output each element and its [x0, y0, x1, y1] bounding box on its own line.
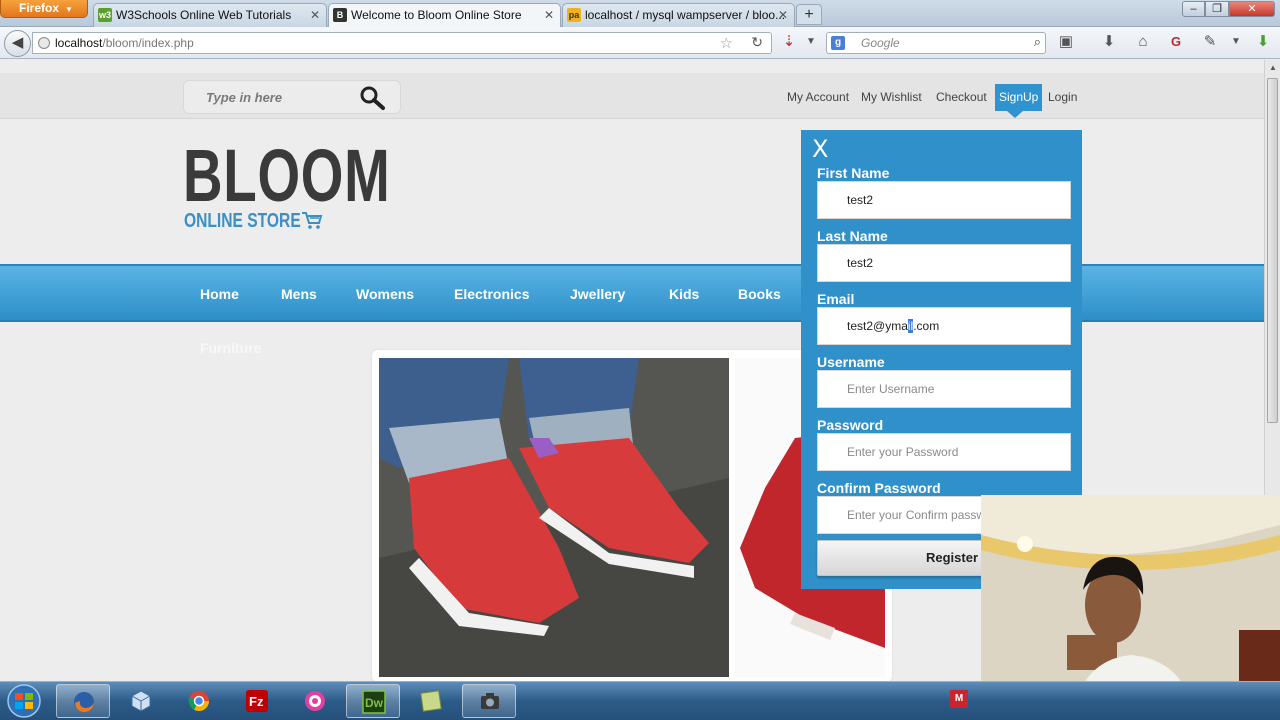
last-name-label: Last Name	[817, 228, 888, 244]
nav-home[interactable]: Home	[200, 285, 239, 303]
notes-icon	[420, 690, 442, 712]
tab-close-icon[interactable]: ✕	[310, 4, 320, 26]
nav-books[interactable]: Books	[738, 285, 781, 303]
filezilla-label: Fz	[249, 694, 264, 709]
tab-title: localhost / mysql wampserver / bloo...	[585, 8, 786, 22]
email-value-end: .com	[913, 319, 940, 333]
bookmark-star-icon[interactable]: ☆	[720, 34, 733, 52]
site-logo[interactable]: BLOOM ONLINE STORE	[183, 134, 391, 236]
email-field[interactable]: test2@ymail.com	[817, 307, 1071, 345]
password-field[interactable]: Enter your Password	[817, 433, 1071, 471]
scrollbar-thumb[interactable]	[1267, 78, 1278, 423]
nav-jwellery[interactable]: Jwellery	[570, 285, 625, 303]
camera-icon	[481, 693, 499, 709]
taskbar-firefox[interactable]	[56, 684, 110, 718]
virtualbox-icon	[131, 690, 151, 712]
chevron-down-icon: ▼	[65, 5, 73, 14]
reload-icon[interactable]: ↻	[751, 34, 763, 51]
last-name-field[interactable]: test2	[817, 244, 1071, 282]
download-block-icon[interactable]: ⇣	[779, 33, 799, 51]
url-path: /bloom/index.php	[102, 36, 194, 50]
firefox-menu-label: Firefox	[19, 1, 60, 15]
w3schools-icon: w3	[98, 8, 112, 22]
wamp-icon	[305, 691, 325, 711]
window-minimize-button[interactable]: ‒	[1182, 1, 1205, 17]
top-link-my-wishlist[interactable]: My Wishlist	[857, 84, 926, 111]
window-restore-button[interactable]: ❐	[1205, 1, 1229, 17]
search-icon[interactable]: ⌕	[1034, 34, 1041, 50]
google-icon: g	[831, 36, 845, 50]
dreamweaver-label: Dw	[365, 696, 384, 710]
password-label: Password	[817, 417, 884, 433]
nav-mens[interactable]: Mens	[281, 285, 317, 303]
back-arrow-icon[interactable]: ◀	[4, 30, 31, 57]
globe-icon	[38, 37, 50, 49]
firefox-icon	[74, 692, 94, 712]
taskbar-wamp[interactable]	[288, 684, 342, 718]
url-host: localhost	[55, 36, 103, 50]
dreamweaver-icon: Dw	[362, 690, 386, 714]
bloom-b-icon: B	[333, 8, 347, 22]
username-label: Username	[817, 354, 885, 370]
chevron-down-icon[interactable]: ▼	[801, 33, 821, 51]
email-label: Email	[817, 291, 855, 307]
home-icon[interactable]: ⌂	[1133, 33, 1153, 51]
tab-close-icon[interactable]: ✕	[544, 4, 554, 26]
email-value-start: test2@yma	[847, 319, 908, 333]
tools-icon[interactable]: ✎	[1200, 33, 1220, 51]
filezilla-icon: Fz	[246, 690, 268, 712]
top-link-checkout[interactable]: Checkout	[932, 84, 991, 111]
url-text: localhost/bloom/index.php	[55, 36, 194, 50]
chevron-down-icon[interactable]: ▼	[1226, 33, 1246, 51]
search-icon[interactable]	[358, 84, 386, 112]
site-search-input[interactable]: Type in here	[183, 80, 401, 114]
nav-kids[interactable]: Kids	[669, 285, 699, 303]
tab-close-icon[interactable]: ✕	[778, 4, 788, 26]
browser-search-input[interactable]: g Google ⌕	[826, 32, 1046, 54]
tray-mcafee-icon[interactable]: M	[950, 690, 968, 708]
top-link-my-account[interactable]: My Account	[783, 84, 853, 111]
phpmyadmin-icon: pa	[567, 8, 581, 22]
tab-phpmyadmin[interactable]: pa localhost / mysql wampserver / bloo..…	[562, 3, 795, 27]
downloads-icon[interactable]: ⬇	[1099, 33, 1119, 51]
taskbar-virtualbox[interactable]	[114, 684, 168, 718]
addon-gm-icon[interactable]: G	[1166, 33, 1186, 51]
taskbar-chrome[interactable]	[172, 684, 226, 718]
firefox-menu-button[interactable]: Firefox ▼	[0, 0, 88, 18]
green-download-icon[interactable]: ⬇	[1253, 33, 1273, 51]
chrome-icon	[188, 691, 209, 711]
first-name-field[interactable]: test2	[817, 181, 1071, 219]
top-link-signup[interactable]: SignUp	[995, 84, 1043, 118]
window-close-button[interactable]: ✕	[1229, 1, 1275, 17]
windows-start-icon[interactable]	[4, 683, 44, 719]
logo-brand: BLOOM	[183, 134, 391, 217]
screenshot-icon[interactable]: ▣	[1056, 33, 1076, 51]
tab-bloom[interactable]: B Welcome to Bloom Online Store ✕	[328, 3, 561, 28]
taskbar-dreamweaver[interactable]: Dw	[346, 684, 400, 718]
username-field[interactable]: Enter Username	[817, 370, 1071, 408]
scroll-up-icon[interactable]: ▲	[1269, 63, 1277, 72]
nav-electronics[interactable]: Electronics	[454, 285, 529, 303]
search-engine-placeholder: Google	[861, 36, 900, 50]
confirm-password-label: Confirm Password	[817, 480, 941, 496]
first-name-label: First Name	[817, 165, 890, 181]
tab-title: W3Schools Online Web Tutorials	[116, 8, 292, 22]
taskbar-filezilla[interactable]: Fz	[230, 684, 284, 718]
nav-furniture[interactable]: Furniture	[200, 339, 261, 357]
site-search-placeholder: Type in here	[206, 90, 283, 105]
tab-title: Welcome to Bloom Online Store	[351, 8, 522, 22]
taskbar-camera[interactable]	[462, 684, 516, 718]
red-sneakers-image	[379, 358, 729, 677]
address-bar[interactable]: localhost/bloom/index.php ☆ ↻	[32, 32, 772, 54]
cart-icon	[302, 212, 323, 229]
top-link-login[interactable]: Login	[1044, 84, 1081, 111]
close-icon[interactable]: X	[812, 136, 828, 162]
new-tab-button[interactable]: +	[796, 4, 822, 25]
logo-tagline: ONLINE STORE	[184, 210, 301, 232]
red-sneakers-photo	[379, 358, 729, 677]
taskbar-notes[interactable]	[404, 684, 458, 718]
nav-womens[interactable]: Womens	[356, 285, 414, 303]
tab-w3schools[interactable]: w3 W3Schools Online Web Tutorials ✕	[93, 3, 327, 27]
